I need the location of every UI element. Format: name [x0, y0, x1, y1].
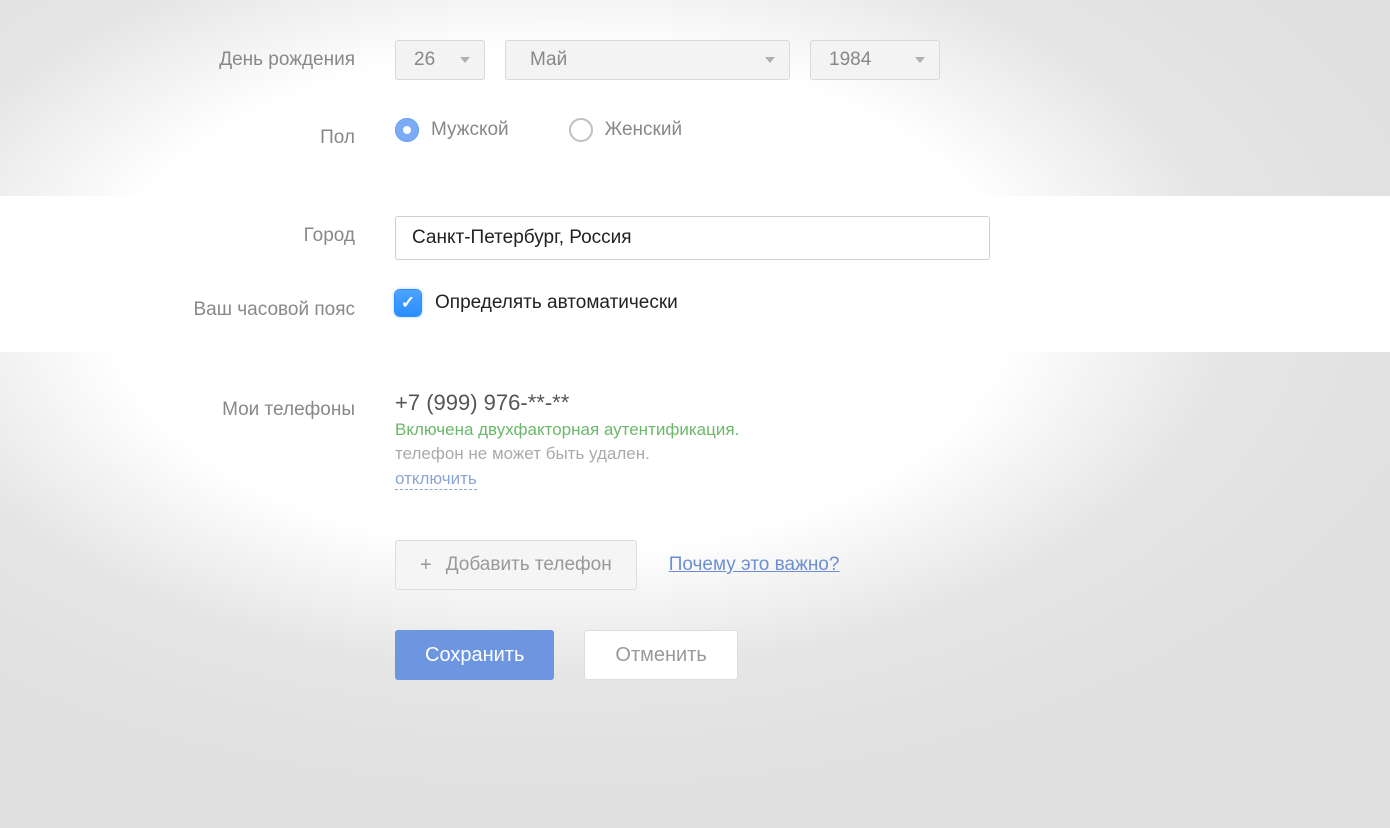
- save-button[interactable]: Сохранить: [395, 630, 554, 680]
- birthday-month-select[interactable]: Май: [505, 40, 790, 80]
- birthday-year-select[interactable]: 1984: [810, 40, 940, 80]
- plus-icon: +: [420, 554, 432, 577]
- radio-selected-icon: [395, 118, 419, 142]
- gender-label: Пол: [0, 118, 395, 158]
- birthday-label: День рождения: [0, 40, 395, 80]
- chevron-down-icon: [765, 57, 775, 63]
- phones-label: Мои телефоны: [0, 390, 395, 430]
- radio-unselected-icon: [569, 118, 593, 142]
- gender-female-label: Женский: [605, 119, 682, 141]
- phone-number: +7 (999) 976-**-**: [395, 390, 739, 416]
- phone-2fa-status: Включена двухфакторная аутентификация.: [395, 420, 739, 440]
- city-input[interactable]: [395, 216, 990, 260]
- checkmark-icon: ✓: [401, 293, 415, 313]
- gender-female-radio[interactable]: Женский: [569, 118, 682, 142]
- timezone-auto-label: Определять автоматически: [435, 292, 678, 314]
- birthday-day-value: 26: [414, 49, 450, 71]
- add-phone-button[interactable]: + Добавить телефон: [395, 540, 637, 590]
- why-important-link[interactable]: Почему это важно?: [669, 554, 840, 576]
- chevron-down-icon: [915, 57, 925, 63]
- chevron-down-icon: [460, 57, 470, 63]
- birthday-month-value: Май: [524, 49, 755, 71]
- add-phone-label: Добавить телефон: [446, 554, 612, 576]
- timezone-label: Ваш часовой пояс: [0, 290, 395, 330]
- phone-disable-link[interactable]: отключить: [395, 469, 477, 490]
- birthday-day-select[interactable]: 26: [395, 40, 485, 80]
- city-label: Город: [0, 216, 395, 256]
- timezone-auto-checkbox[interactable]: ✓: [395, 290, 421, 316]
- cancel-button[interactable]: Отменить: [584, 630, 737, 680]
- birthday-year-value: 1984: [829, 49, 905, 71]
- gender-male-label: Мужской: [431, 119, 509, 141]
- phone-delete-note: телефон не может быть удален.: [395, 444, 739, 464]
- gender-male-radio[interactable]: Мужской: [395, 118, 509, 142]
